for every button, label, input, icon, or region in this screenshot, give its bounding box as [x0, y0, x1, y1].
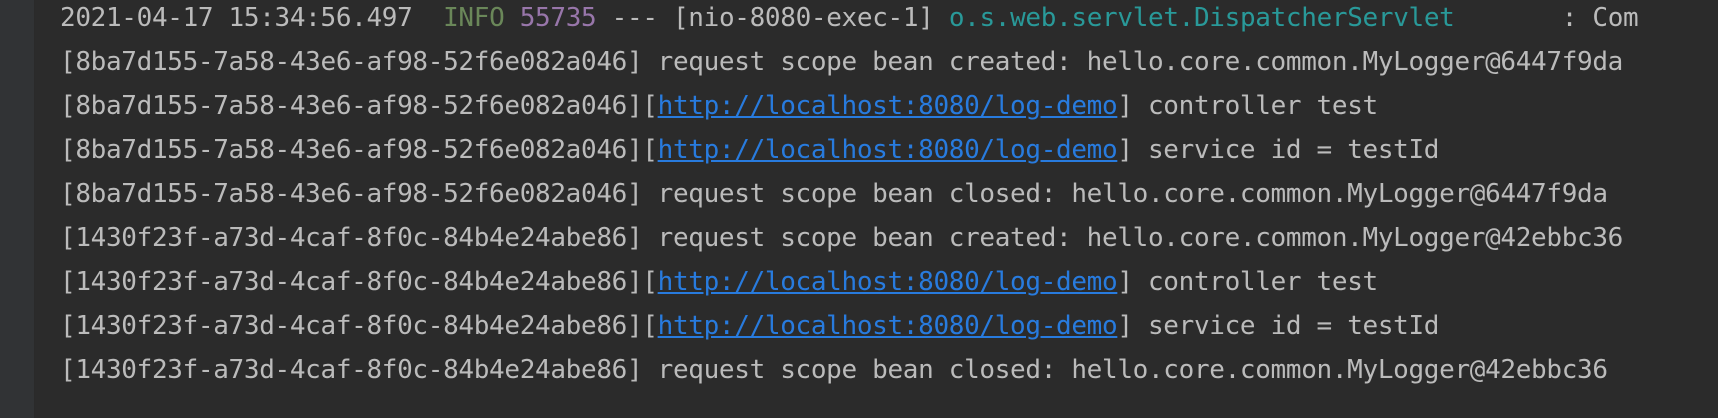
request-url-link[interactable]: http://localhost:8080/log-demo — [658, 267, 1118, 297]
bracket-close: ] — [1117, 91, 1133, 121]
bracket-open: [ — [642, 91, 658, 121]
request-uuid: [1430f23f-a73d-4caf-8f0c-84b4e24abe86] — [60, 355, 643, 385]
log-message-truncated: : Com — [1561, 3, 1639, 33]
log-output-area[interactable]: 2021-04-17 15:34:56.497 INFO 55735 --- [… — [60, 0, 1718, 418]
log-line: [8ba7d155-7a58-43e6-af98-52f6e082a046] r… — [60, 40, 1623, 84]
log-line-header: 2021-04-17 15:34:56.497 INFO 55735 --- [… — [60, 0, 1639, 40]
log-message: controller test — [1147, 91, 1378, 121]
log-message: service id = testId — [1147, 311, 1440, 341]
bracket-close: ] — [1117, 135, 1133, 165]
log-line: [1430f23f-a73d-4caf-8f0c-84b4e24abe86][h… — [60, 304, 1439, 348]
bracket-close: ] — [1117, 311, 1133, 341]
log-timestamp: 2021-04-17 15:34:56.497 — [60, 3, 413, 33]
console-output-panel: 2021-04-17 15:34:56.497 INFO 55735 --- [… — [0, 0, 1718, 418]
request-uuid: [8ba7d155-7a58-43e6-af98-52f6e082a046] — [60, 135, 643, 165]
request-uuid: [8ba7d155-7a58-43e6-af98-52f6e082a046] — [60, 179, 643, 209]
log-separator: --- — [611, 3, 658, 33]
log-message: request scope bean created: hello.core.c… — [657, 47, 1624, 77]
bracket-open: [ — [642, 135, 658, 165]
request-uuid: [1430f23f-a73d-4caf-8f0c-84b4e24abe86] — [60, 223, 643, 253]
log-level: INFO — [443, 3, 505, 33]
log-line: [8ba7d155-7a58-43e6-af98-52f6e082a046][h… — [60, 128, 1439, 172]
request-uuid: [1430f23f-a73d-4caf-8f0c-84b4e24abe86] — [60, 311, 643, 341]
log-pid: 55735 — [519, 3, 597, 33]
log-line: [1430f23f-a73d-4caf-8f0c-84b4e24abe86] r… — [60, 216, 1623, 260]
console-gutter — [0, 0, 35, 418]
bracket-close: ] — [1117, 267, 1133, 297]
log-message: service id = testId — [1147, 135, 1440, 165]
request-url-link[interactable]: http://localhost:8080/log-demo — [658, 91, 1118, 121]
log-message: controller test — [1147, 267, 1378, 297]
log-message: request scope bean closed: hello.core.co… — [657, 355, 1608, 385]
log-logger-name: o.s.web.servlet.DispatcherServlet — [948, 3, 1455, 33]
request-url-link[interactable]: http://localhost:8080/log-demo — [658, 311, 1118, 341]
log-thread: [nio-8080-exec-1] — [672, 3, 934, 33]
log-line: [8ba7d155-7a58-43e6-af98-52f6e082a046][h… — [60, 84, 1378, 128]
request-uuid: [8ba7d155-7a58-43e6-af98-52f6e082a046] — [60, 47, 643, 77]
log-message: request scope bean created: hello.core.c… — [657, 223, 1624, 253]
log-line: [1430f23f-a73d-4caf-8f0c-84b4e24abe86][h… — [60, 260, 1378, 304]
log-message: request scope bean closed: hello.core.co… — [657, 179, 1608, 209]
request-uuid: [8ba7d155-7a58-43e6-af98-52f6e082a046] — [60, 91, 643, 121]
request-uuid: [1430f23f-a73d-4caf-8f0c-84b4e24abe86] — [60, 267, 643, 297]
bracket-open: [ — [642, 267, 658, 297]
log-line: [1430f23f-a73d-4caf-8f0c-84b4e24abe86] r… — [60, 348, 1608, 392]
request-url-link[interactable]: http://localhost:8080/log-demo — [658, 135, 1118, 165]
log-line: [8ba7d155-7a58-43e6-af98-52f6e082a046] r… — [60, 172, 1608, 216]
bracket-open: [ — [642, 311, 658, 341]
